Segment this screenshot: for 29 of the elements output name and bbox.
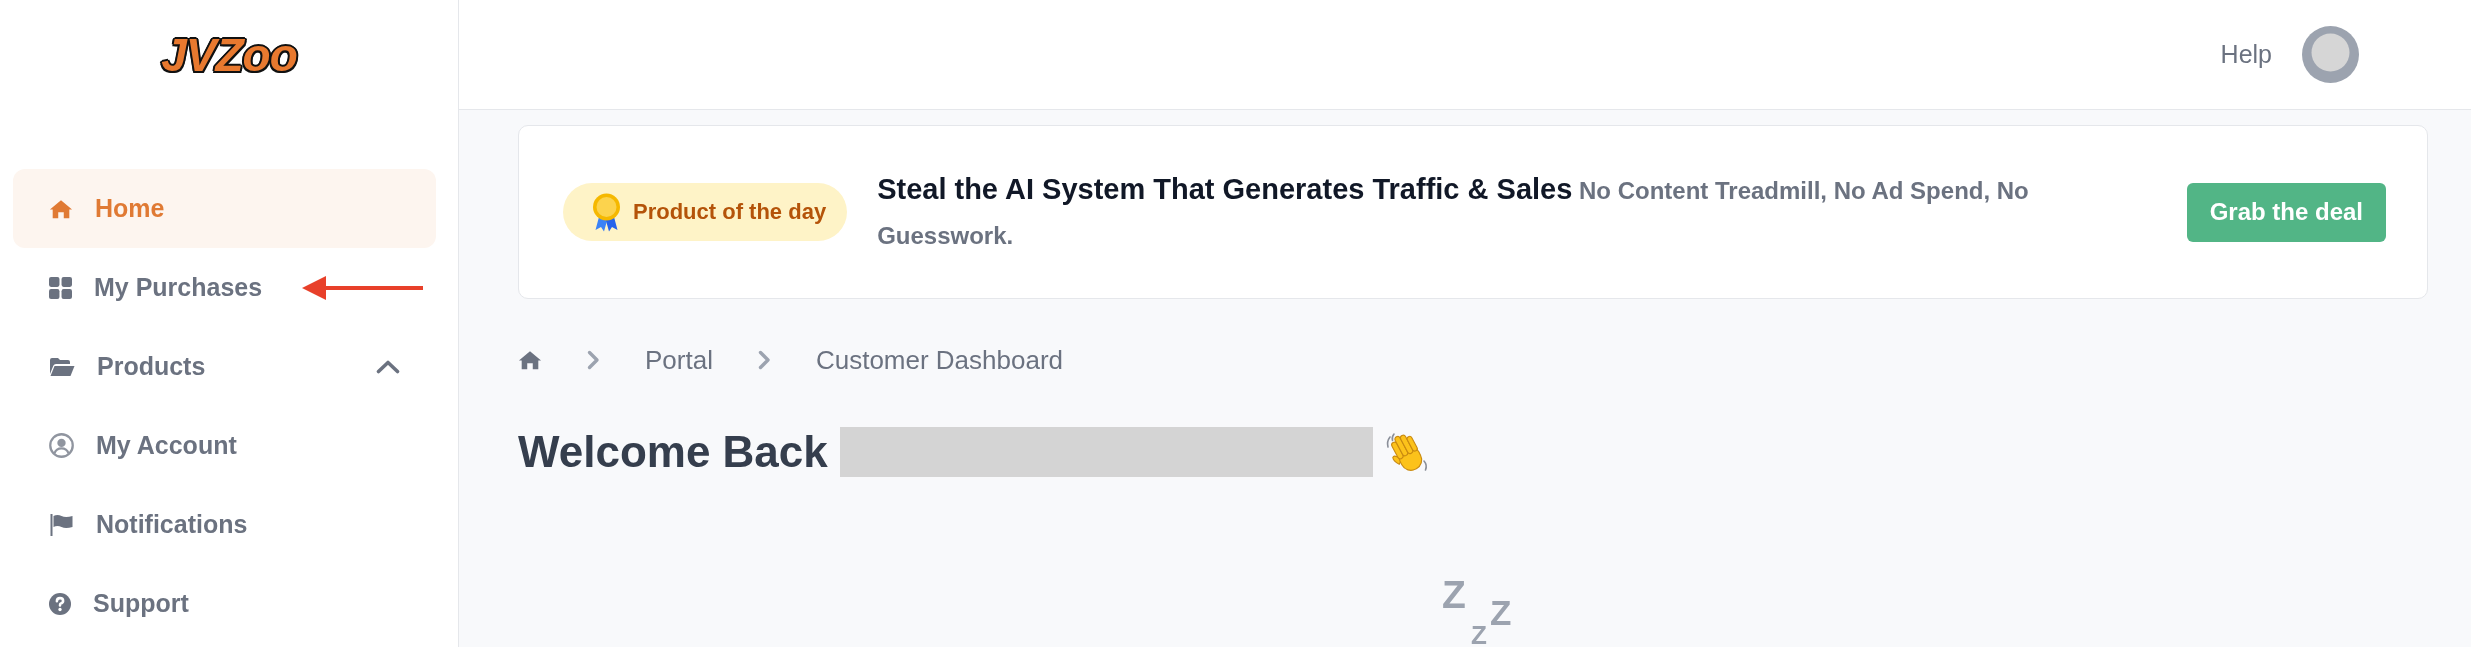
flag-icon <box>49 513 74 536</box>
grab-deal-button[interactable]: Grab the deal <box>2186 182 2386 242</box>
product-of-the-day-badge: Product of the day <box>563 183 848 241</box>
chevron-right-icon <box>757 350 771 370</box>
sidebar-item[interactable]: Home <box>13 169 436 248</box>
folder-icon <box>49 356 75 377</box>
welcome-heading: Welcome Back <box>518 426 828 478</box>
logo[interactable]: JVZoo <box>157 30 301 81</box>
medal-icon <box>590 192 623 232</box>
grid-icon <box>49 276 72 299</box>
sleep-mark: Z <box>1490 599 1512 627</box>
breadcrumb-item: Customer Dashboard <box>815 344 1064 376</box>
sidebar-item[interactable]: My Purchases <box>13 248 436 327</box>
sleep-mark: Z <box>1442 579 1466 611</box>
chevron-right-icon <box>587 350 600 370</box>
breadcrumb-item[interactable]: Portal <box>645 344 713 376</box>
chevron-up-icon[interactable] <box>376 359 400 374</box>
sidebar-item[interactable]: Support <box>13 564 436 643</box>
help-link[interactable]: Help <box>2220 40 2272 69</box>
home-icon[interactable] <box>518 350 542 370</box>
sidebar-item[interactable]: My Account <box>13 406 436 485</box>
sleep-mark: Z <box>1471 625 1487 646</box>
sidebar-item[interactable]: Notifications <box>13 485 436 564</box>
help-icon <box>49 592 71 615</box>
deal-description: Steal the AI System That Generates Traffic & Sales No Content Treadmill, No Ad Spend, No Guesswork. <box>877 171 2030 251</box>
sidebar-item[interactable]: Products <box>13 327 436 406</box>
user-circle-icon <box>49 433 74 458</box>
avatar-icon[interactable] <box>2302 26 2359 83</box>
home-icon <box>49 198 73 219</box>
